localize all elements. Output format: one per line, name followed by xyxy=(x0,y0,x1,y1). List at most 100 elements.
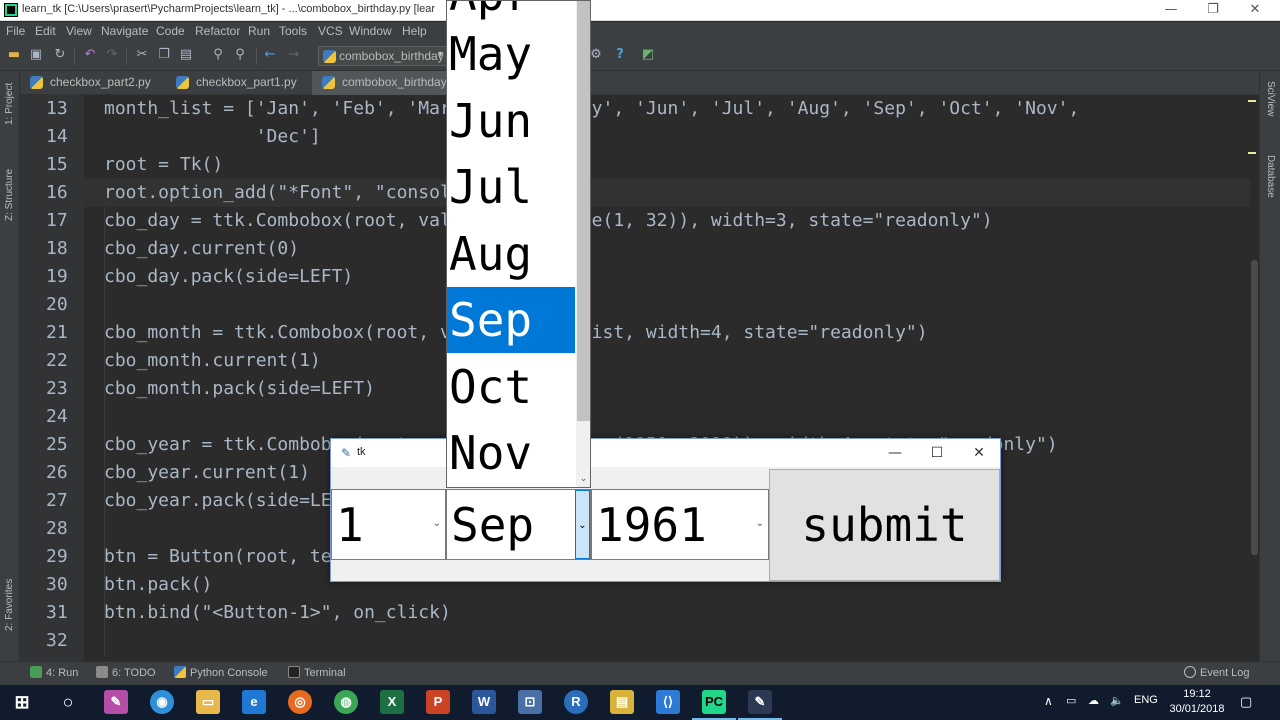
menu-window[interactable]: Window xyxy=(349,24,392,38)
r-app-icon[interactable]: R xyxy=(564,690,588,714)
copy-icon[interactable]: ❐ xyxy=(156,47,172,63)
menu-view[interactable]: View xyxy=(66,24,92,38)
plugin-icon[interactable]: ◩ xyxy=(640,47,656,63)
menu-vcs[interactable]: VCS xyxy=(318,24,343,38)
file-explorer-icon[interactable]: ▭ xyxy=(196,690,220,714)
terminal-tool-button[interactable]: Terminal xyxy=(288,666,346,679)
cut-icon[interactable]: ✂ xyxy=(134,47,150,63)
submit-button[interactable]: submit xyxy=(769,469,1000,581)
python-console-tool-button[interactable]: Python Console xyxy=(174,666,268,679)
project-tool-button[interactable]: 1: Project xyxy=(4,83,15,125)
tab-checkbox-part2[interactable]: checkbox_part2.py xyxy=(20,71,157,95)
editor-scrollbar-thumb[interactable] xyxy=(1251,260,1258,555)
warning-marker[interactable] xyxy=(1248,152,1256,154)
dropdown-option[interactable]: Jun xyxy=(447,88,575,154)
code-line-13: month_list = ['Jan', 'Feb', 'Mar', 'Apr'… xyxy=(104,98,1080,119)
maximize-button[interactable]: ❐ xyxy=(1190,0,1236,21)
sciview-tool-button[interactable]: SciView xyxy=(1265,81,1276,116)
paste-icon[interactable]: ▤ xyxy=(178,47,194,63)
right-tool-strip: SciView Database xyxy=(1259,71,1280,661)
search-circle-icon[interactable]: ○ xyxy=(56,690,80,714)
find-icon[interactable]: ⚲ xyxy=(210,47,226,63)
tk-minimize-button[interactable]: — xyxy=(875,442,915,464)
chrome-icon[interactable]: ◍ xyxy=(334,690,358,714)
database-tool-button[interactable]: Database xyxy=(1265,155,1276,198)
save-icon[interactable]: ▣ xyxy=(28,47,44,63)
open-folder-icon[interactable]: ▬ xyxy=(6,47,22,63)
dropdown-option-selected[interactable]: Sep xyxy=(447,287,575,353)
menu-help[interactable]: Help xyxy=(402,24,427,38)
chevron-up-icon[interactable]: ∧ xyxy=(1044,694,1053,708)
vscode-icon[interactable]: ⟨⟩ xyxy=(656,690,680,714)
menu-code[interactable]: Code xyxy=(156,24,185,38)
line-number: 15 xyxy=(46,154,68,175)
notification-icon[interactable]: ▢ xyxy=(1240,694,1252,710)
year-combobox[interactable]: 1961 ⌄ xyxy=(591,489,769,560)
python-console-icon xyxy=(174,666,186,678)
tk-maximize-button[interactable]: ☐ xyxy=(917,442,957,464)
language-indicator[interactable]: ENG xyxy=(1134,694,1158,706)
dropdown-option[interactable]: Oct xyxy=(447,354,575,420)
clock-date: 30/01/2018 xyxy=(1169,703,1225,715)
word-icon[interactable]: W xyxy=(472,690,496,714)
line-number: 17 xyxy=(46,210,68,231)
dropdown-option[interactable]: May xyxy=(447,21,575,87)
cloud-tray-icon[interactable]: ☁ xyxy=(1088,694,1099,707)
toolbar-separator xyxy=(126,47,127,65)
powerpoint-icon[interactable]: P xyxy=(426,690,450,714)
sync-icon[interactable]: ↻ xyxy=(52,47,68,63)
replace-icon[interactable]: ⚲ xyxy=(232,47,248,63)
run-config-dropdown[interactable]: combobox_birthday ▾ xyxy=(318,46,448,66)
minimize-button[interactable]: — xyxy=(1148,0,1194,21)
menu-navigate[interactable]: Navigate xyxy=(101,24,148,38)
windows-start-icon[interactable]: ⊞ xyxy=(10,690,34,714)
menu-tools[interactable]: Tools xyxy=(279,24,307,38)
favorites-tool-button[interactable]: 2: Favorites xyxy=(4,579,15,631)
taskbar-clock[interactable]: 19:12 30/01/2018 xyxy=(1166,687,1228,717)
structure-tool-button[interactable]: Z: Structure xyxy=(4,169,15,221)
back-icon[interactable]: ← xyxy=(262,47,278,63)
dropdown-option[interactable]: Aug xyxy=(447,221,575,287)
edge-browser-icon[interactable]: e xyxy=(242,690,266,714)
code-line-31: btn.bind("<Button-1>", on_click) xyxy=(104,602,451,623)
code-line-23: cbo_month.pack(side=LEFT) xyxy=(104,378,375,399)
network-app-icon[interactable]: ⊡ xyxy=(518,690,542,714)
close-button[interactable]: ✕ xyxy=(1232,0,1278,21)
code-line-22: cbo_month.current(1) xyxy=(104,350,321,371)
excel-icon[interactable]: X xyxy=(380,690,404,714)
database-app-icon[interactable]: ▤ xyxy=(610,690,634,714)
main-toolbar: ▬ ▣ ↻ ↶ ↷ ✂ ❐ ▤ ⚲ ⚲ ← → combobox_birthda… xyxy=(0,41,1280,71)
redo-icon[interactable]: ↷ xyxy=(104,47,120,63)
network-tray-icon[interactable]: ▭ xyxy=(1066,694,1076,707)
tab-checkbox-part1[interactable]: checkbox_part1.py xyxy=(166,71,303,95)
pycharm-taskbar-icon[interactable]: PC xyxy=(692,690,736,720)
event-log-tool-button[interactable]: Event Log xyxy=(1184,666,1250,679)
tk-close-button[interactable]: ✕ xyxy=(959,442,999,464)
dropdown-option[interactable]: Nov xyxy=(447,420,575,486)
paint-app-icon[interactable]: ✎ xyxy=(104,690,128,714)
firefox-icon[interactable]: ◎ xyxy=(288,690,312,714)
undo-icon[interactable]: ↶ xyxy=(82,47,98,63)
forward-icon[interactable]: → xyxy=(286,47,302,63)
menu-file[interactable]: File xyxy=(6,24,25,38)
dropdown-option[interactable]: Jul xyxy=(447,154,575,220)
month-dropdown-list[interactable]: Apr May Jun Jul Aug Sep Oct Nov ⌄ xyxy=(446,0,591,488)
run-tool-button[interactable]: 4: Run xyxy=(30,666,78,679)
windows-taskbar: ⊞ ○ ✎ ◉ ▭ e ◎ ◍ X P W ⊡ R ▤ ⟨⟩ PC ✎ ∧ ▭ … xyxy=(0,685,1280,720)
month-combobox[interactable]: Sep ⌄ xyxy=(446,489,591,560)
day-combobox[interactable]: 1 ⌄ xyxy=(331,489,446,560)
tk-feather-taskbar-icon[interactable]: ✎ xyxy=(738,690,782,720)
globe-app-icon[interactable]: ◉ xyxy=(150,690,174,714)
run-config-label: combobox_birthday xyxy=(339,49,444,63)
todo-tool-button[interactable]: 6: TODO xyxy=(96,666,156,679)
warning-marker[interactable] xyxy=(1248,100,1256,102)
help-icon[interactable]: ? xyxy=(612,47,628,63)
chevron-down-icon[interactable]: ⌄ xyxy=(575,490,590,559)
code-line-21: cbo_month = ttk.Combobox(root, values=mo… xyxy=(104,322,928,343)
menu-run[interactable]: Run xyxy=(248,24,270,38)
menu-edit[interactable]: Edit xyxy=(35,24,56,38)
chevron-down-icon[interactable]: ⌄ xyxy=(576,471,590,487)
menu-refactor[interactable]: Refactor xyxy=(195,24,240,38)
dropdown-scrollbar-thumb[interactable] xyxy=(577,1,590,421)
volume-tray-icon[interactable]: 🔈 xyxy=(1110,694,1124,707)
